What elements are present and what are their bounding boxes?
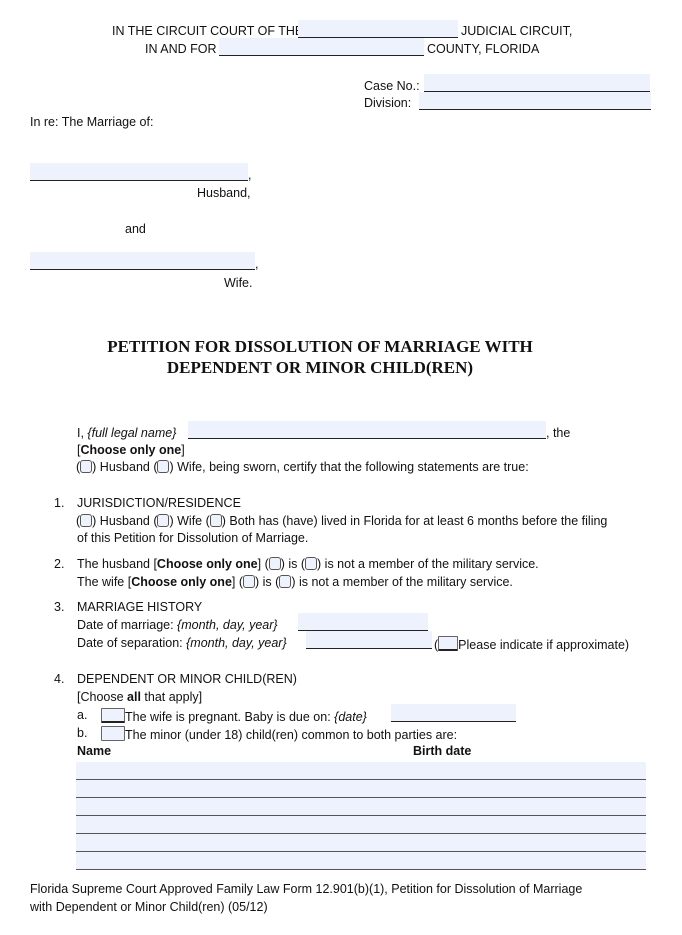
footer-line-1: Florida Supreme Court Approved Family La… [30, 882, 583, 896]
page-title: PETITION FOR DISSOLUTION OF MARRIAGE WIT… [0, 336, 640, 378]
residence-wife-checkbox[interactable] [157, 514, 170, 527]
wife-military-line: The wife [Choose only one] () is () is n… [77, 575, 513, 589]
section-3-number: 3. [54, 600, 65, 614]
item-b: The minor (under 18) child(ren) common t… [101, 726, 457, 742]
circuit-prefix: IN THE CIRCUIT COURT OF THE [112, 24, 304, 38]
in-re-label: In re: The Marriage of: [30, 115, 154, 129]
section-4-number: 4. [54, 672, 65, 686]
husband-comma: , [248, 168, 252, 182]
county-suffix: COUNTY, FLORIDA [427, 42, 540, 56]
footer-line-2: with Dependent or Minor Child(ren) (05/1… [30, 900, 268, 914]
county-prefix: IN AND FOR [145, 42, 217, 56]
husband-checkbox[interactable] [80, 460, 93, 473]
wife-label: Wife. [224, 276, 253, 290]
title-line-2: DEPENDENT OR MINOR CHILD(REN) [166, 358, 474, 377]
separation-date-label: Date of separation: {month, day, year} [77, 636, 287, 650]
section-2-number: 2. [54, 557, 65, 571]
pregnant-checkbox[interactable] [101, 708, 125, 723]
section-1-heading: JURISDICTION/RESIDENCE [77, 496, 241, 510]
title-line-1: PETITION FOR DISSOLUTION OF MARRIAGE WIT… [107, 337, 533, 356]
case-no-field[interactable] [424, 74, 650, 92]
husband-military-line: The husband [Choose only one] () is () i… [77, 557, 539, 571]
minor-children-checkbox[interactable] [101, 726, 125, 741]
wife-comma: , [255, 257, 259, 271]
choose-all-note: [Choose all that apply] [77, 690, 203, 704]
child-row[interactable] [76, 852, 646, 870]
circuit-field[interactable] [298, 20, 458, 38]
col-birth-date-header: Birth date [413, 744, 472, 758]
residence-options: () Husband () Wife () Both has (have) li… [76, 514, 608, 528]
residence-line-2: of this Petition for Dissolution of Marr… [77, 531, 309, 545]
intro-suffix: , the [546, 426, 571, 440]
child-row[interactable] [76, 798, 646, 816]
circuit-suffix: JUDICIAL CIRCUIT, [461, 24, 573, 38]
child-row[interactable] [76, 762, 646, 780]
child-row[interactable] [76, 780, 646, 798]
col-name-header: Name [77, 744, 112, 758]
separation-date-field[interactable] [306, 631, 432, 649]
item-a-letter: a. [77, 708, 88, 722]
wife-name-field[interactable] [30, 252, 255, 270]
item-a: The wife is pregnant. Baby is due on: {d… [101, 708, 367, 724]
full-legal-name-field[interactable] [188, 421, 546, 439]
petitioner-role-line: () Husband () Wife, being sworn, certify… [76, 460, 529, 474]
child-row[interactable] [76, 816, 646, 834]
division-field[interactable] [419, 92, 651, 110]
husband-military-is-checkbox[interactable] [268, 557, 281, 570]
intro-line: I, {full legal name} [77, 426, 177, 440]
item-b-letter: b. [77, 726, 88, 740]
county-field[interactable] [219, 38, 424, 56]
husband-name-field[interactable] [30, 163, 248, 181]
residence-both-checkbox[interactable] [209, 514, 222, 527]
name-hint: {full legal name} [87, 426, 177, 440]
and-label: and [125, 222, 146, 236]
approximate-checkbox[interactable] [438, 636, 459, 651]
husband-military-is-not-checkbox[interactable] [305, 557, 318, 570]
marriage-date-field[interactable] [298, 613, 428, 631]
marriage-date-label: Date of marriage: {month, day, year} [77, 618, 278, 632]
section-1-number: 1. [54, 496, 65, 510]
wife-military-is-checkbox[interactable] [243, 575, 255, 588]
section-4-heading: DEPENDENT OR MINOR CHILD(REN) [77, 672, 297, 686]
approx-option: (Please indicate if approximate) [434, 636, 630, 652]
case-no-label: Case No.: [364, 79, 420, 93]
residence-husband-checkbox[interactable] [80, 514, 93, 527]
wife-checkbox[interactable] [157, 460, 170, 473]
division-label: Division: [364, 96, 412, 110]
choose-only-one-note: [Choose only one] [77, 443, 185, 457]
circuit-line: IN THE CIRCUIT COURT OF THE [112, 24, 303, 38]
section-3-heading: MARRIAGE HISTORY [77, 600, 203, 614]
child-row[interactable] [76, 834, 646, 852]
due-date-field[interactable] [391, 704, 516, 722]
wife-military-is-not-checkbox[interactable] [279, 575, 292, 588]
husband-label: Husband, [197, 186, 251, 200]
